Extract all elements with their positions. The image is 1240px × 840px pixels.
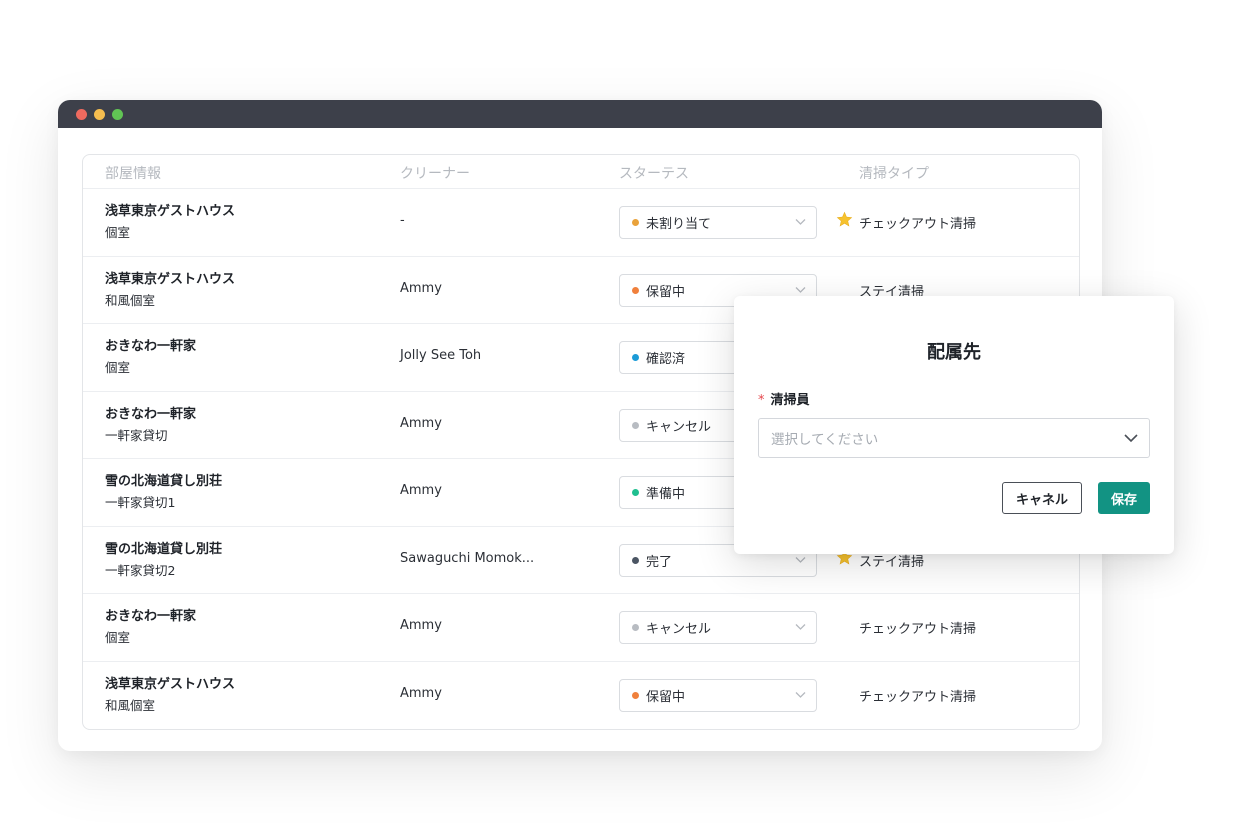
room-type: 一軒家貸切 (105, 427, 168, 443)
required-mark: * (758, 393, 765, 408)
status-label: 保留中 (646, 284, 686, 300)
minimize-window-dot[interactable] (94, 108, 105, 120)
status-select[interactable]: 未割り当て (619, 206, 817, 239)
assignment-popup: 配属先 * 清掃員 選択してください キャネル 保存 (734, 296, 1174, 554)
cleaner-field-label-text: 清掃員 (770, 393, 810, 408)
status-label: キャンセル (646, 622, 712, 637)
cleaner-cell: - (400, 213, 405, 228)
room-cell: おきなわ一軒家 個室 (105, 608, 196, 647)
room-cell: おきなわ一軒家 個室 (105, 338, 196, 377)
room-cell: おきなわ一軒家 一軒家貸切 (105, 406, 196, 445)
header-cleaner: クリーナー (400, 166, 470, 182)
room-name: 雪の北海道貸し別荘 (105, 474, 223, 489)
popup-title: 配属先 (927, 342, 981, 363)
chevron-down-icon (795, 624, 806, 630)
room-cell: 雪の北海道貸し別荘 一軒家貸切1 (105, 473, 222, 512)
status-label: 保留中 (646, 689, 686, 705)
status-label: 確認済 (646, 352, 686, 367)
status-dot (632, 421, 639, 429)
status-label: 未割り当て (646, 217, 712, 232)
status-label: キャンセル (646, 419, 712, 435)
chevron-down-icon (795, 219, 806, 225)
status-dot (632, 556, 639, 564)
room-cell: 浅草東京ゲストハウス 和風個室 (105, 676, 235, 715)
status-select[interactable]: キャンセル (619, 611, 817, 644)
cancel-button[interactable]: キャネル (1002, 482, 1082, 514)
cleaner-cell: Ammy (400, 618, 442, 633)
status-label: 完了 (646, 554, 673, 570)
room-type: 和風個室 (105, 697, 156, 713)
cleaning-type-cell: チェックアウト清掃 (859, 689, 977, 705)
room-type: 一軒家貸切2 (105, 562, 176, 578)
close-window-dot[interactable] (76, 108, 87, 120)
window-titlebar (58, 100, 1102, 128)
status-dot (632, 489, 639, 496)
status-label: 準備中 (646, 487, 686, 502)
cleaning-type-cell: チェックアウト清掃 (859, 217, 977, 232)
cleaner-select[interactable]: 選択してください (758, 418, 1150, 458)
maximize-window-dot[interactable] (112, 108, 123, 120)
cleaner-field-label: * 清掃員 (758, 389, 810, 408)
cleaner-cell: Ammy (400, 483, 442, 498)
room-type: 和風個室 (105, 292, 156, 308)
chevron-down-icon (795, 691, 806, 698)
room-type: 個室 (105, 630, 131, 645)
status-dot (632, 354, 639, 361)
chevron-down-icon (795, 556, 806, 563)
status-dot (632, 286, 639, 294)
room-name: 浅草東京ゲストハウス (105, 676, 236, 692)
save-button[interactable]: 保存 (1098, 482, 1150, 514)
room-name: おきなわ一軒家 (105, 609, 197, 624)
table-row: 浅草東京ゲストハウス 和風個室 Ammy 保留中 チェックアウト清掃 (83, 662, 1079, 730)
room-cell: 浅草東京ゲストハウス 個室 (105, 203, 235, 242)
room-type: 個室 (105, 360, 131, 375)
room-name: おきなわ一軒家 (105, 339, 197, 354)
cleaning-type-cell: チェックアウト清掃 (859, 622, 977, 637)
header-status: スターテス (619, 166, 689, 182)
table-row: 浅草東京ゲストハウス 個室 - 未割り当て チェックアウト清掃 (83, 189, 1079, 257)
room-name: 浅草東京ゲストハウス (105, 271, 236, 287)
room-type: 一軒家貸切1 (105, 495, 176, 510)
status-dot (632, 219, 639, 226)
status-dot (632, 624, 639, 631)
status-select[interactable]: 保留中 (619, 678, 817, 712)
table-header: 部屋情報 クリーナー スターテス 清掃タイプ (83, 155, 1079, 189)
chevron-down-icon (1124, 434, 1138, 443)
header-room: 部屋情報 (105, 166, 161, 182)
cleaner-cell: Ammy (400, 685, 442, 701)
status-dot (632, 691, 639, 699)
room-type: 個室 (105, 225, 131, 240)
star-icon (836, 211, 853, 227)
room-cell: 雪の北海道貸し別荘 一軒家貸切2 (105, 541, 222, 580)
header-cleaning-type: 清掃タイプ (859, 166, 929, 182)
cleaner-cell: Ammy (400, 280, 442, 296)
cleaner-cell: Sawaguchi Momok... (400, 550, 535, 566)
room-cell: 浅草東京ゲストハウス 和風個室 (105, 271, 235, 310)
chevron-down-icon (795, 286, 806, 293)
cleaner-cell: Ammy (400, 415, 442, 431)
room-name: 浅草東京ゲストハウス (105, 204, 236, 219)
cleaner-select-placeholder: 選択してください (771, 432, 879, 448)
room-name: おきなわ一軒家 (105, 406, 197, 422)
cleaner-cell: Jolly See Toh (400, 348, 482, 363)
room-name: 雪の北海道貸し別荘 (105, 541, 223, 557)
table-row: おきなわ一軒家 個室 Ammy キャンセル チェックアウト清掃 (83, 594, 1079, 662)
